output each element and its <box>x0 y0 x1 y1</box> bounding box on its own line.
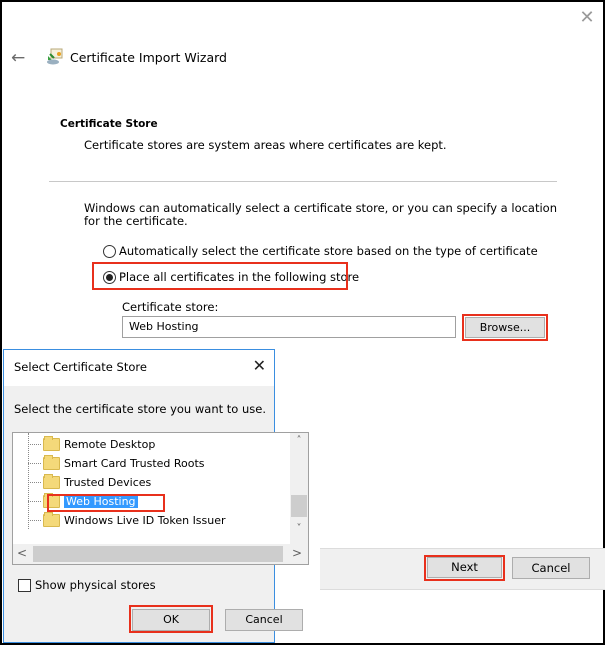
intro-text: Windows can automatically select a certi… <box>84 201 558 228</box>
tree-viewport: Remote Desktop Smart Card Trusted Roots … <box>13 433 291 544</box>
select-certificate-store-dialog: Select Certificate Store ✕ Select the ce… <box>3 349 309 643</box>
tree-item-label: Windows Live ID Token Issuer <box>64 513 226 527</box>
certificate-store-label: Certificate store: <box>122 300 219 314</box>
scroll-up-icon[interactable]: ˄ <box>290 435 308 446</box>
scroll-right-icon[interactable]: > <box>292 546 302 560</box>
tree-item-label: Remote Desktop <box>64 437 156 451</box>
tree-item-label: Trusted Devices <box>64 475 152 489</box>
radio-auto-select-label: Automatically select the certificate sto… <box>119 244 538 258</box>
tree-item-smart-card-trusted-roots[interactable]: Smart Card Trusted Roots <box>13 454 205 472</box>
folder-icon <box>43 454 60 470</box>
radio-auto-select[interactable]: Automatically select the certificate sto… <box>103 244 538 258</box>
tree-item-remote-desktop[interactable]: Remote Desktop <box>13 435 155 453</box>
tree-item-trusted-devices[interactable]: Trusted Devices <box>13 473 151 491</box>
radio-auto-select-circle[interactable] <box>103 244 116 258</box>
dialog-titlebar: Select Certificate Store ✕ <box>4 350 274 386</box>
horizontal-scrollbar[interactable]: < > <box>13 544 308 564</box>
show-physical-stores-label: Show physical stores <box>35 578 156 592</box>
certificate-wizard-icon <box>47 48 63 65</box>
back-arrow-icon[interactable]: ← <box>11 48 25 68</box>
show-physical-stores-checkbox[interactable] <box>18 578 31 592</box>
section-description: Certificate stores are system areas wher… <box>84 138 447 152</box>
dialog-close-icon[interactable]: ✕ <box>253 356 266 375</box>
show-physical-stores-row[interactable]: Show physical stores <box>18 578 156 592</box>
horizontal-scroll-thumb[interactable] <box>33 546 283 562</box>
scroll-left-icon[interactable]: < <box>17 546 27 560</box>
certificate-store-tree[interactable]: Remote Desktop Smart Card Trusted Roots … <box>12 432 309 565</box>
folder-icon <box>43 435 60 451</box>
folder-icon <box>43 473 60 489</box>
wizard-cancel-button[interactable]: Cancel <box>512 557 590 579</box>
highlight-box-ok <box>129 605 213 633</box>
folder-icon <box>43 511 60 527</box>
dialog-cancel-button[interactable]: Cancel <box>225 609 303 631</box>
section-title: Certificate Store <box>60 118 158 130</box>
vertical-scroll-thumb[interactable] <box>291 495 307 517</box>
highlight-box-place-all <box>92 262 348 290</box>
tree-item-label: Smart Card Trusted Roots <box>64 456 205 470</box>
dialog-prompt: Select the certificate store you want to… <box>14 402 266 416</box>
vertical-scrollbar[interactable]: ˄ ˅ <box>290 433 308 544</box>
highlight-box-next <box>424 555 505 581</box>
highlight-box-web-hosting <box>47 494 165 512</box>
tree-item-windows-live-id-token-issuer[interactable]: Windows Live ID Token Issuer <box>13 511 226 529</box>
scroll-down-icon[interactable]: ˅ <box>290 523 308 534</box>
highlight-box-browse <box>462 314 548 341</box>
wizard-title: Certificate Import Wizard <box>70 50 227 65</box>
close-icon[interactable]: ✕ <box>579 9 595 27</box>
dialog-title: Select Certificate Store <box>14 360 147 374</box>
header-separator <box>49 181 557 182</box>
certificate-store-field[interactable]: Web Hosting <box>122 316 456 338</box>
